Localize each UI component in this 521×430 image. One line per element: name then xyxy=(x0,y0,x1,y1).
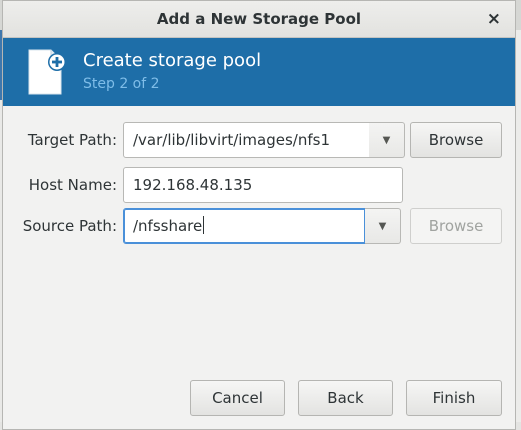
target-path-label: Target Path: xyxy=(27,131,117,149)
finish-button[interactable]: Finish xyxy=(406,380,502,416)
source-path-browse-button[interactable]: Browse xyxy=(410,208,502,244)
source-path-row: Source Path: /nfsshare ▼ Browse xyxy=(3,208,515,244)
target-path-row: Target Path: /var/lib/libvirt/images/nfs… xyxy=(3,122,515,158)
host-name-row: Host Name: 192.168.48.135 xyxy=(3,167,515,203)
target-path-browse-button[interactable]: Browse xyxy=(410,122,502,158)
target-path-dropdown-button[interactable]: ▼ xyxy=(369,122,405,158)
text-cursor xyxy=(203,216,205,234)
source-path-dropdown-button[interactable]: ▼ xyxy=(365,208,401,244)
close-button[interactable]: × xyxy=(487,1,501,37)
chevron-down-icon: ▼ xyxy=(382,135,391,146)
target-path-input[interactable]: /var/lib/libvirt/images/nfs1 xyxy=(123,122,370,158)
new-document-icon xyxy=(28,49,66,95)
back-button[interactable]: Back xyxy=(298,380,393,416)
wizard-step-indicator: Step 2 of 2 xyxy=(83,76,160,92)
chevron-down-icon: ▼ xyxy=(378,221,387,232)
source-path-input[interactable]: /nfsshare xyxy=(123,208,366,244)
source-path-label: Source Path: xyxy=(22,217,117,235)
host-name-input[interactable]: 192.168.48.135 xyxy=(123,167,403,203)
dialog-title: Add a New Storage Pool xyxy=(156,10,362,28)
source-path-value: /nfsshare xyxy=(133,217,203,235)
host-name-label: Host Name: xyxy=(28,176,117,194)
cancel-button[interactable]: Cancel xyxy=(190,380,285,416)
wizard-banner: Create storage pool Step 2 of 2 xyxy=(3,38,515,106)
close-icon: × xyxy=(486,9,501,29)
banner-title: Create storage pool xyxy=(83,50,262,71)
add-storage-pool-dialog: Add a New Storage Pool × Create storage … xyxy=(2,0,516,430)
dialog-titlebar[interactable]: Add a New Storage Pool × xyxy=(3,1,515,38)
